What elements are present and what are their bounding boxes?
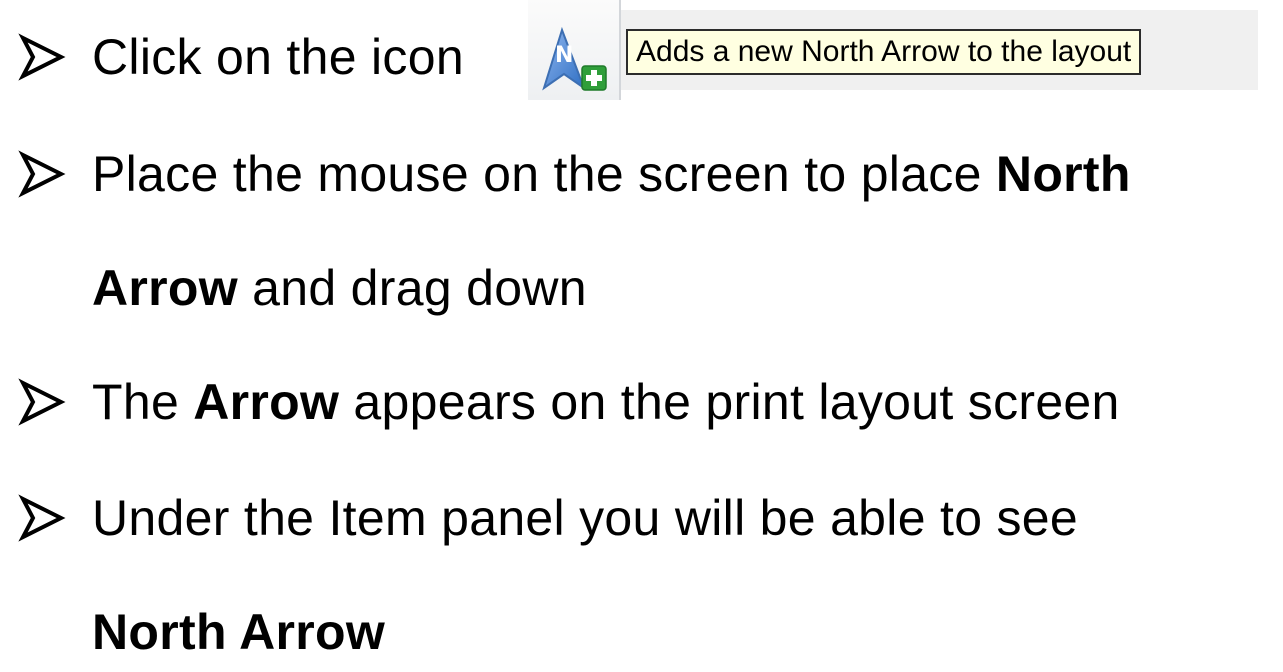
line-3-text: Arrow and drag down <box>92 259 587 317</box>
add-north-arrow-icon: N <box>542 26 607 91</box>
svg-text:N: N <box>555 43 573 68</box>
line-3-seg-2: and drag down <box>237 260 587 316</box>
add-north-arrow-button[interactable]: N <box>528 0 621 100</box>
arrow-bullet-icon <box>12 488 72 548</box>
line-4-seg-3: appears on the print layout screen <box>339 374 1120 430</box>
line-1-text: Click on the icon <box>92 28 464 86</box>
line-2-seg-1: Place the mouse on the screen to place <box>92 146 996 202</box>
arrow-bullet-icon <box>12 372 72 432</box>
line-5-seg-1: Under the Item panel you will be able to… <box>92 490 1079 546</box>
line-2-seg-2: North <box>995 146 1131 202</box>
arrow-bullet-icon <box>12 27 72 87</box>
line-2-text: Place the mouse on the screen to place N… <box>92 145 1131 203</box>
arrow-bullet-icon <box>12 144 72 204</box>
line-1-seg-1: Click on the icon <box>92 29 464 85</box>
line-6-seg-1: North Arrow <box>92 604 386 660</box>
line-3-seg-1: Arrow <box>92 260 238 316</box>
line-5-text: Under the Item panel you will be able to… <box>92 489 1078 547</box>
line-4-seg-1: The <box>92 374 194 430</box>
tooltip: Adds a new North Arrow to the layout <box>626 29 1142 75</box>
line-4-seg-2: Arrow <box>193 374 340 430</box>
line-4-text: The Arrow appears on the print layout sc… <box>92 373 1120 431</box>
line-6-text: North Arrow <box>92 603 385 661</box>
